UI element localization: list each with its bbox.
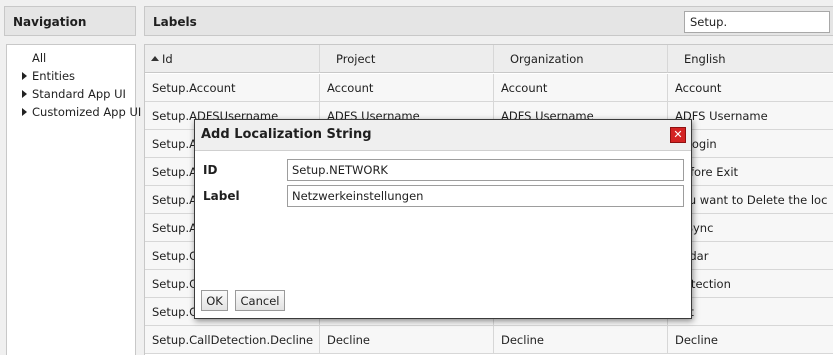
cell-english[interactable]: Before Exit	[668, 158, 833, 186]
cell-english[interactable]: endar	[668, 242, 833, 270]
cell-english[interactable]: ADFS Username	[668, 102, 833, 130]
table-row[interactable]: Setup.CallDetection.Decline Decline Decl…	[145, 326, 833, 354]
cell-id[interactable]: Setup.CallDetection.Decline	[145, 326, 320, 354]
id-field[interactable]	[287, 159, 684, 181]
label-field-label: Label	[203, 189, 240, 203]
sort-ascending-icon	[151, 56, 159, 61]
expand-arrow-icon[interactable]	[22, 108, 27, 116]
id-field-label: ID	[203, 163, 218, 177]
add-localization-dialog: Add Localization String ✕ ID Label OK Ca…	[194, 119, 692, 319]
cell-project[interactable]: Decline	[320, 326, 494, 354]
cell-english[interactable]: you want to Delete the loc	[668, 186, 833, 214]
column-header-english[interactable]: English	[668, 45, 833, 73]
expand-arrow-icon[interactable]	[22, 72, 27, 80]
dialog-titlebar[interactable]: Add Localization String ✕	[195, 120, 691, 151]
cell-organization[interactable]: Decline	[494, 326, 668, 354]
nav-item-label: Customized App UI	[32, 105, 142, 119]
cell-id[interactable]: Setup.Account	[145, 74, 320, 102]
search-input[interactable]	[684, 11, 830, 33]
grid-header-row: Id Project Organization English	[145, 45, 833, 73]
nav-item-all[interactable]: All	[7, 49, 135, 67]
nav-item-label: Entities	[32, 69, 76, 83]
column-header-project[interactable]: Project	[320, 45, 494, 73]
ok-button[interactable]: OK	[201, 290, 228, 311]
navigation-header: Navigation	[4, 6, 136, 36]
nav-item-entities[interactable]: Entities	[7, 67, 135, 85]
cell-english[interactable]: o Sync	[668, 214, 833, 242]
cell-organization[interactable]: Account	[494, 74, 668, 102]
cell-english[interactable]: Detection	[668, 270, 833, 298]
column-header-organization[interactable]: Organization	[494, 45, 668, 73]
expand-arrow-icon[interactable]	[22, 90, 27, 98]
cell-english[interactable]: o Login	[668, 130, 833, 158]
cell-english[interactable]: Decline	[668, 326, 833, 354]
table-row[interactable]: Setup.Account Account Account Account	[145, 74, 833, 102]
nav-item-label: Standard App UI	[32, 87, 126, 101]
cell-project[interactable]: Account	[320, 74, 494, 102]
label-field[interactable]	[287, 185, 684, 207]
nav-item-label: All	[32, 51, 47, 65]
cell-english[interactable]: Account	[668, 74, 833, 102]
nav-item-standard-app-ui[interactable]: Standard App UI	[7, 85, 135, 103]
cell-english[interactable]: ept	[668, 298, 833, 326]
column-header-id[interactable]: Id	[145, 45, 320, 73]
nav-item-customized-app-ui[interactable]: Customized App UI	[7, 103, 141, 121]
close-icon[interactable]: ✕	[670, 127, 686, 143]
dialog-title: Add Localization String	[201, 127, 372, 142]
cancel-button[interactable]: Cancel	[235, 290, 285, 311]
navigation-tree: All Entities Standard App UI Customized …	[6, 44, 141, 355]
